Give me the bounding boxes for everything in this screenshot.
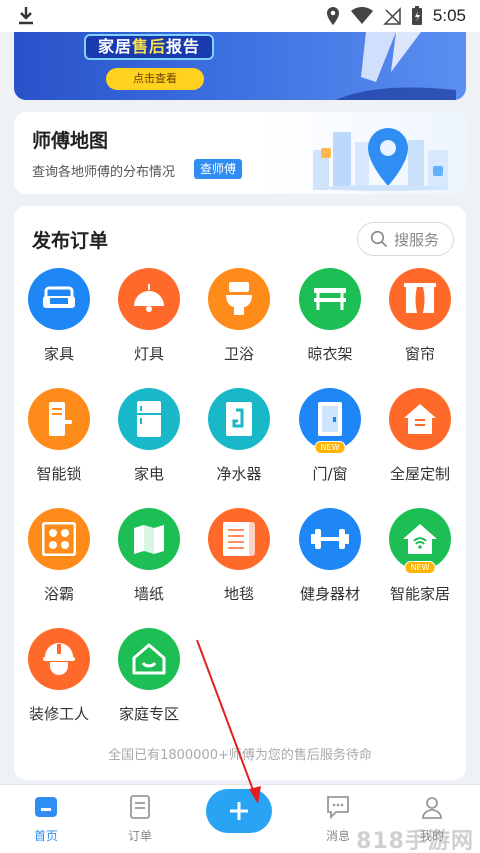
promo-banner[interactable]: 家居售后报告 点击查看 — [14, 32, 466, 100]
wifi-icon — [350, 7, 373, 24]
status-bar: 5:05 — [0, 0, 480, 32]
clothes-rack-icon — [314, 288, 346, 310]
service-item-bathroom[interactable]: 卫浴 — [194, 268, 284, 364]
banner-view-button[interactable]: 点击查看 — [106, 68, 204, 90]
bath-heater-icon — [42, 522, 76, 556]
dumbbell-icon — [311, 529, 349, 549]
publish-order-card: 发布订单 搜服务 家具 灯具 卫浴 晾衣架 窗帘 智能锁 家电 净水器 NEW … — [14, 206, 466, 780]
map-card-description: 查询各地师傅的分布情况 — [32, 165, 176, 180]
location-icon — [326, 7, 339, 25]
service-label: 窗帘 — [404, 345, 435, 363]
service-item-wallpaper[interactable]: 墙纸 — [104, 508, 194, 604]
profile-icon — [422, 797, 442, 819]
service-item-decoration-worker[interactable]: 装修工人 — [14, 628, 104, 724]
service-item-bath-heater[interactable]: 浴霸 — [14, 508, 104, 604]
service-item-family-zone[interactable]: 家庭专区 — [104, 628, 194, 724]
carpet-icon — [223, 522, 255, 556]
service-item-fitness[interactable]: 健身器材 — [285, 508, 375, 604]
wallpaper-icon — [134, 525, 164, 554]
service-label: 全屋定制 — [389, 465, 450, 483]
nav-orders[interactable]: 订单 — [110, 795, 170, 844]
service-label: 智能家居 — [389, 585, 450, 603]
lamp-icon — [134, 284, 164, 312]
water-purifier-icon — [226, 402, 252, 436]
service-item-clothes-rack[interactable]: 晾衣架 — [285, 268, 375, 364]
service-item-smart-lock[interactable]: 智能锁 — [14, 388, 104, 484]
search-icon — [370, 230, 388, 248]
service-label: 灯具 — [133, 345, 164, 363]
home-smile-icon — [132, 643, 166, 675]
fridge-icon — [137, 401, 161, 437]
site-watermark: 818手游网 — [356, 829, 474, 853]
city-map-illustration — [313, 128, 448, 191]
new-badge: NEW — [314, 441, 346, 454]
service-label: 家电 — [133, 465, 164, 483]
service-label: 装修工人 — [28, 705, 89, 723]
smart-home-icon — [403, 524, 437, 554]
service-item-water-purifier[interactable]: 净水器 — [194, 388, 284, 484]
order-section-title: 发布订单 — [32, 230, 109, 252]
master-count-note: 全国已有1800000+师傅为您的售后服务待命 — [108, 748, 372, 763]
master-map-card[interactable]: 师傅地图 查询各地师傅的分布情况 查师傅 — [14, 112, 466, 194]
status-time: 5:05 — [432, 6, 466, 25]
service-search-button[interactable]: 搜服务 — [357, 222, 454, 256]
download-icon — [19, 7, 33, 25]
banner-illustration — [336, 32, 456, 100]
service-item-smart-home[interactable]: NEW 智能家居 — [375, 508, 465, 604]
service-label: 晾衣架 — [307, 345, 353, 363]
add-order-button[interactable] — [206, 789, 272, 833]
service-item-furniture[interactable]: 家具 — [14, 268, 104, 364]
service-item-custom-home[interactable]: 全屋定制 — [375, 388, 465, 484]
service-label: 地毯 — [223, 585, 254, 603]
service-label: 健身器材 — [299, 585, 360, 603]
curtain-icon — [404, 283, 436, 313]
plus-icon — [230, 802, 248, 820]
service-item-appliance[interactable]: 家电 — [104, 388, 194, 484]
service-label: 家庭专区 — [118, 705, 179, 723]
smart-lock-icon — [49, 402, 72, 436]
service-label: 墙纸 — [133, 585, 164, 603]
service-label: 净水器 — [216, 465, 262, 483]
service-item-curtain[interactable]: 窗帘 — [375, 268, 465, 364]
service-label: 家具 — [43, 345, 74, 363]
bottom-navigation: 首页 订单 消息 我的 818手游网 — [0, 784, 480, 853]
search-placeholder: 搜服务 — [394, 230, 440, 249]
no-signal-icon — [383, 7, 401, 25]
service-item-door-window[interactable]: NEW 门/窗 — [285, 388, 375, 484]
find-master-tag[interactable]: 查师傅 — [194, 159, 243, 179]
sofa-icon — [43, 286, 75, 308]
door-icon — [318, 402, 342, 436]
service-item-carpet[interactable]: 地毯 — [194, 508, 284, 604]
message-icon — [327, 796, 349, 820]
toilet-icon — [226, 282, 252, 315]
map-card-title: 师傅地图 — [32, 130, 109, 152]
service-label: 智能锁 — [36, 465, 82, 483]
nav-home[interactable]: 首页 — [16, 795, 76, 844]
service-item-lamp[interactable]: 灯具 — [104, 268, 194, 364]
worker-helmet-icon — [43, 643, 75, 675]
order-icon — [130, 795, 150, 819]
service-label: 门/窗 — [312, 465, 348, 483]
house-icon — [404, 404, 436, 434]
service-label: 浴霸 — [43, 585, 74, 603]
service-label: 卫浴 — [223, 345, 254, 363]
home-icon — [35, 797, 57, 817]
new-badge: NEW — [404, 561, 436, 574]
battery-icon — [411, 6, 422, 25]
banner-title: 家居售后报告 — [84, 34, 215, 60]
